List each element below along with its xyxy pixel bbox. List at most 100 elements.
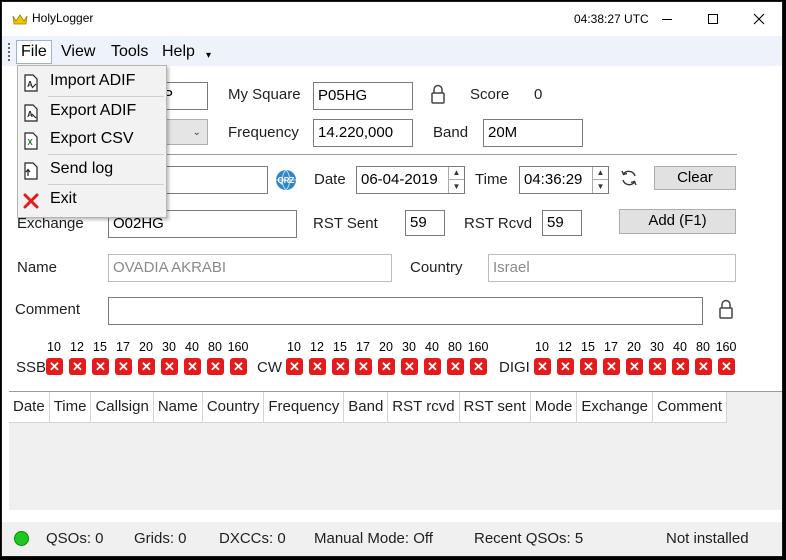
menu-overflow[interactable]: ▾ <box>202 45 215 67</box>
comment-input[interactable] <box>108 297 703 325</box>
time-spinner[interactable]: ▲ ▼ <box>592 167 608 193</box>
column-header-rst-rcvd[interactable]: RST rcvd <box>388 392 460 422</box>
band-status-x-icon: ✕ <box>534 358 551 375</box>
adif-import-icon: A <box>22 74 40 92</box>
refresh-icon[interactable] <box>619 168 639 193</box>
comment-label: Comment <box>15 301 81 318</box>
menu-separator <box>48 96 164 97</box>
file-menu-item-send-log[interactable]: Send log <box>18 156 166 184</box>
status-bar: QSOs: 0 Grids: 0 DXCCs: 0 Manual Mode: O… <box>2 522 782 556</box>
column-header-time[interactable]: Time <box>50 392 92 422</box>
my-square-label: My Square <box>228 86 301 103</box>
band-number-label: 30 <box>650 340 664 354</box>
date-label: Date <box>314 171 346 188</box>
band-status-x-icon: ✕ <box>161 358 178 375</box>
band-number-label: 20 <box>379 340 393 354</box>
column-header-date[interactable]: Date <box>9 392 50 422</box>
band-number-label: 80 <box>448 340 462 354</box>
qso-grid: Date Time Callsign Name Country Frequency Band… <box>9 391 782 510</box>
file-menu-item-exit[interactable]: Exit <box>18 186 166 214</box>
band-number-label: 12 <box>310 340 324 354</box>
band-number-label: 40 <box>673 340 687 354</box>
maximize-button[interactable] <box>690 2 736 36</box>
file-menu-item-export-adif[interactable]: A Export ADIF <box>18 98 166 126</box>
band-number-label: 40 <box>185 340 199 354</box>
band-number-label: 17 <box>116 340 130 354</box>
time-input[interactable]: 04:36:29 ▲ ▼ <box>519 166 609 194</box>
band-status-x-icon: ✕ <box>138 358 155 375</box>
adif-export-icon: A <box>22 104 40 122</box>
band-status-x-icon: ✕ <box>46 358 63 375</box>
main-window: HolyLogger 04:38:27 UTC File View Tools … <box>1 1 783 557</box>
band-number-label: 15 <box>581 340 595 354</box>
close-button[interactable] <box>736 2 782 36</box>
band-status-x-icon: ✕ <box>115 358 132 375</box>
band-number-label: 10 <box>535 340 549 354</box>
column-header-mode[interactable]: Mode <box>531 392 578 422</box>
file-menu-item-import-adif[interactable]: A Import ADIF <box>18 68 166 96</box>
column-header-exchange[interactable]: Exchange <box>577 392 654 422</box>
band-status-x-icon: ✕ <box>424 358 441 375</box>
menu-help[interactable]: Help <box>158 41 199 63</box>
band-status-x-icon: ✕ <box>309 358 326 375</box>
band-number-label: 160 <box>715 340 737 354</box>
recent-qsos-status: Recent QSOs: 5 <box>474 530 584 547</box>
band-number-label: 20 <box>139 340 153 354</box>
add-qso-button[interactable]: Add (F1) <box>619 209 736 234</box>
band-status-x-icon: ✕ <box>718 358 735 375</box>
date-spinner[interactable]: ▲ ▼ <box>448 167 464 193</box>
band-status-x-icon: ✕ <box>69 358 86 375</box>
mode-label-digi: DIGI <box>499 359 530 376</box>
rst-rcvd-input[interactable]: 59 <box>542 210 582 236</box>
column-header-comment[interactable]: Comment <box>653 392 728 422</box>
country-label: Country <box>410 259 463 276</box>
band-number-label: 80 <box>208 340 222 354</box>
window-title: HolyLogger <box>32 11 94 25</box>
menu-view[interactable]: View <box>57 41 99 63</box>
band-status-x-icon: ✕ <box>603 358 620 375</box>
date-value: 06-04-2019 <box>361 171 438 188</box>
band-status-x-icon: ✕ <box>401 358 418 375</box>
country-field[interactable]: Israel <box>488 254 736 282</box>
band-status-x-icon: ✕ <box>580 358 597 375</box>
column-header-frequency[interactable]: Frequency <box>264 392 345 422</box>
time-label: Time <box>475 171 508 188</box>
minimize-button[interactable] <box>644 2 690 36</box>
band-status-x-icon: ✕ <box>92 358 109 375</box>
column-header-callsign[interactable]: Callsign <box>91 392 154 422</box>
column-header-country[interactable]: Country <box>203 392 265 422</box>
lock-icon[interactable] <box>718 299 734 324</box>
connection-status-indicator <box>14 531 29 546</box>
column-header-rst-sent[interactable]: RST sent <box>460 392 531 422</box>
band-input[interactable]: 20M <box>483 119 583 147</box>
name-field[interactable]: OVADIA AKRABI <box>108 254 392 282</box>
rst-sent-input[interactable]: 59 <box>405 210 445 236</box>
file-menu-item-label: Export ADIF <box>50 102 137 119</box>
band-status-x-icon: ✕ <box>378 358 395 375</box>
file-menu-item-export-csv[interactable]: X Export CSV <box>18 126 166 154</box>
column-header-band[interactable]: Band <box>344 392 389 422</box>
menu-bar: File View Tools Help ▾ <box>2 36 782 66</box>
rst-sent-label: RST Sent <box>313 215 378 232</box>
clear-button[interactable]: Clear <box>654 166 736 190</box>
band-status-x-icon: ✕ <box>626 358 643 375</box>
title-bar: HolyLogger 04:38:27 UTC <box>2 2 782 36</box>
qrz-globe-icon[interactable]: QRZ <box>274 168 298 197</box>
menu-separator <box>48 154 164 155</box>
menu-tools[interactable]: Tools <box>107 41 152 63</box>
date-input[interactable]: 06-04-2019 ▲ ▼ <box>356 166 465 194</box>
menu-file[interactable]: File <box>16 40 52 64</box>
frequency-input[interactable]: 14.220,000 <box>313 119 413 147</box>
menu-grip[interactable] <box>8 43 10 61</box>
band-number-label: 17 <box>356 340 370 354</box>
band-number-label: 40 <box>425 340 439 354</box>
band-number-label: 30 <box>162 340 176 354</box>
column-header-name[interactable]: Name <box>154 392 203 422</box>
lock-icon[interactable] <box>430 84 446 109</box>
utc-clock: 04:38:27 UTC <box>574 12 649 26</box>
my-square-input[interactable]: P05HG <box>313 82 413 110</box>
crown-icon <box>12 12 28 30</box>
spin-down-icon[interactable]: ▼ <box>593 180 608 193</box>
time-value: 04:36:29 <box>524 171 583 188</box>
spin-down-icon[interactable]: ▼ <box>449 180 464 193</box>
